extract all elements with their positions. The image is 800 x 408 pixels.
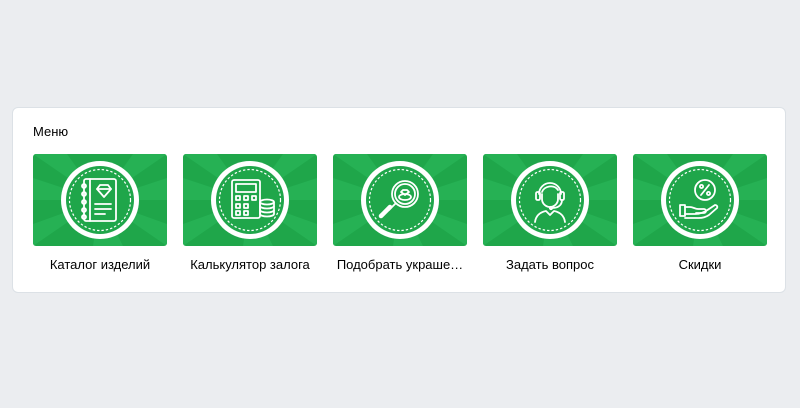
magnifier-ring-icon xyxy=(333,154,467,246)
catalog-book-diamond-icon xyxy=(33,154,167,246)
menu-card: Меню Каталог изделий Калькулятор залога … xyxy=(12,107,786,293)
menu-item-ask-question[interactable]: Задать вопрос xyxy=(483,154,617,272)
discount-hand-icon xyxy=(633,154,767,246)
menu-item-label: Задать вопрос xyxy=(506,257,594,272)
calculator-coins-icon xyxy=(183,154,317,246)
menu-item-calculator[interactable]: Калькулятор залога xyxy=(183,154,317,272)
menu-tiles: Каталог изделий Калькулятор залога Подоб… xyxy=(33,154,767,272)
menu-item-catalog[interactable]: Каталог изделий xyxy=(33,154,167,272)
menu-item-choose-jewelry[interactable]: Подобрать украше… xyxy=(333,154,467,272)
menu-item-label: Подобрать украше… xyxy=(336,257,464,272)
menu-item-discounts[interactable]: Скидки xyxy=(633,154,767,272)
menu-item-label: Скидки xyxy=(678,257,722,272)
support-operator-icon xyxy=(483,154,617,246)
menu-item-label: Каталог изделий xyxy=(49,257,151,272)
menu-title: Меню xyxy=(33,124,69,139)
menu-item-label: Калькулятор залога xyxy=(190,257,310,272)
